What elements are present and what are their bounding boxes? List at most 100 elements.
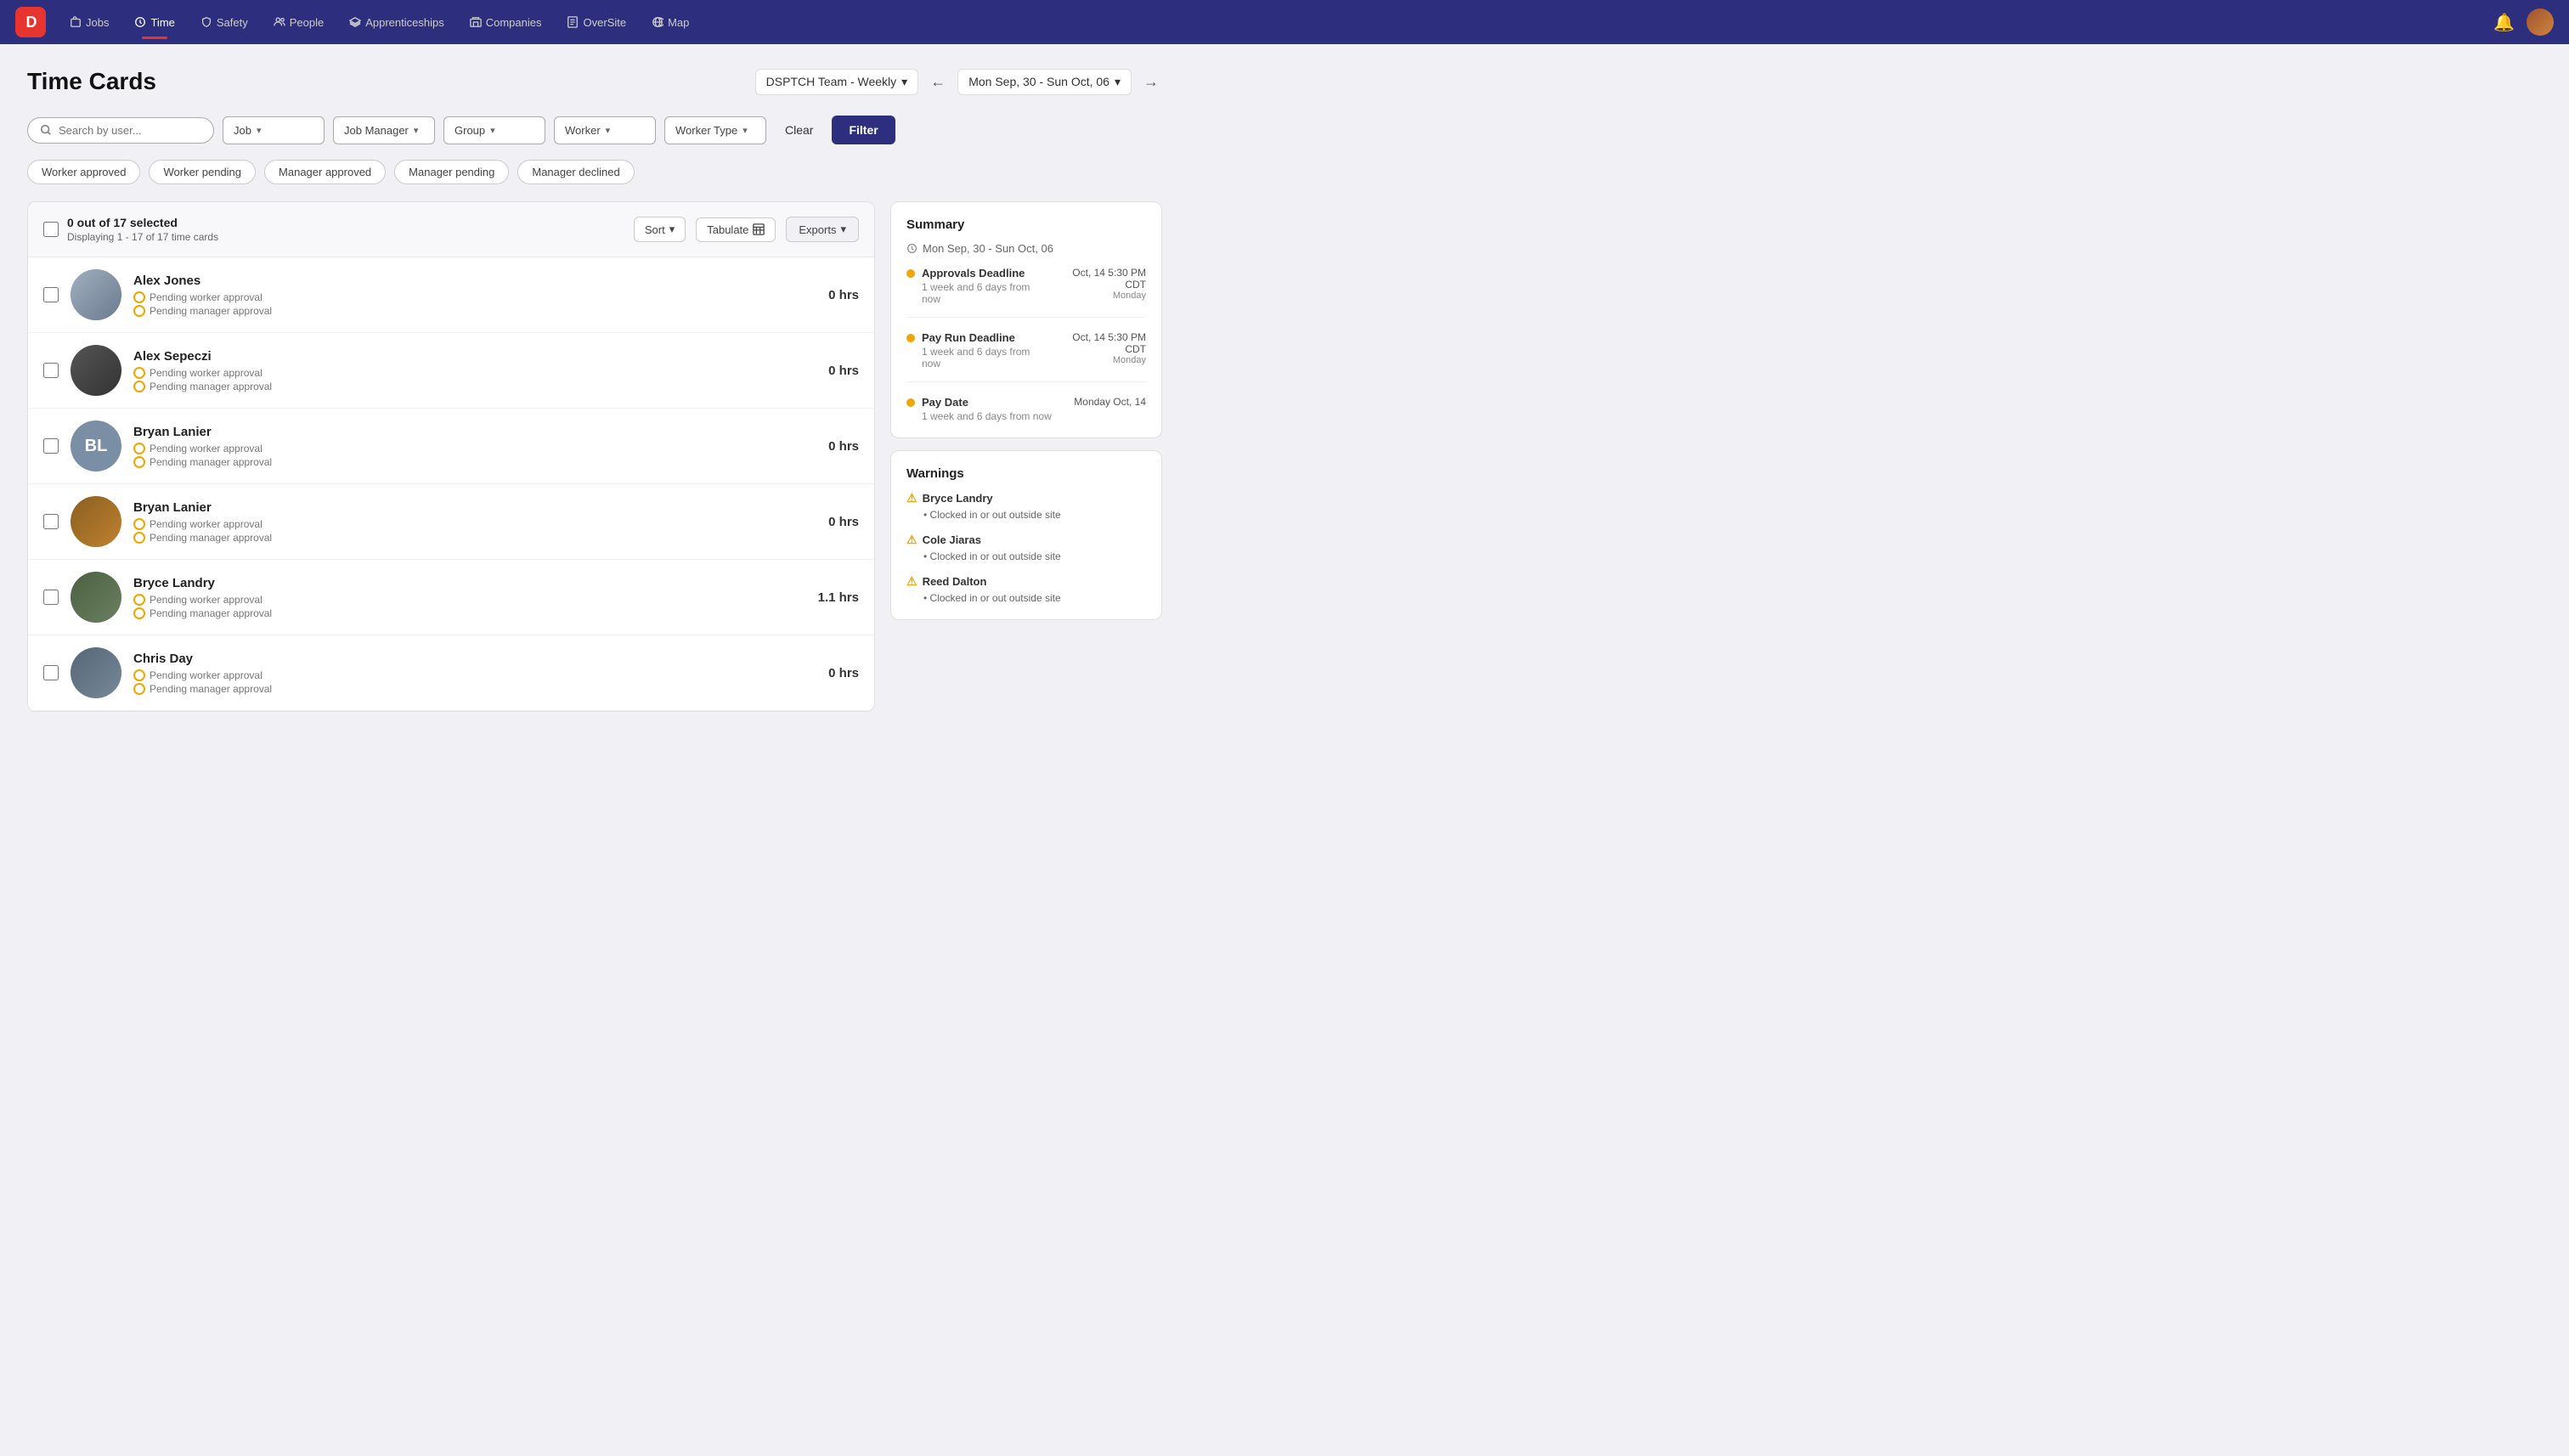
- status-dot-icon: [133, 305, 145, 317]
- warning-triangle-icon: ⚠: [906, 533, 918, 547]
- table-row[interactable]: Bryan Lanier Pending worker approval Pen…: [28, 484, 874, 560]
- approvals-date: Oct, 14 5:30 PM CDT: [1050, 267, 1146, 291]
- table-row[interactable]: BL Bryan Lanier Pending worker approval …: [28, 409, 874, 484]
- manager-pending-pill[interactable]: Manager pending: [394, 160, 509, 184]
- dot-icon: [906, 269, 915, 278]
- date-range-selector[interactable]: Mon Sep, 30 - Sun Oct, 06 ▾: [957, 69, 1132, 95]
- worker-filter[interactable]: Worker ▾: [554, 116, 656, 144]
- nav-safety[interactable]: Safety: [190, 11, 258, 34]
- sort-chevron-icon: ▾: [669, 223, 675, 236]
- dot-icon: [906, 398, 915, 407]
- status-dot-icon: [133, 683, 145, 695]
- avatar: BL: [71, 420, 121, 471]
- worker-name: Alex Jones: [133, 274, 816, 288]
- warning-detail-2: Clocked in or out outside site: [906, 592, 1146, 604]
- worker-approved-pill[interactable]: Worker approved: [27, 160, 140, 184]
- worker-type-filter[interactable]: Worker Type ▾: [664, 116, 766, 144]
- tabulate-icon: [753, 223, 765, 235]
- pay-run-sub: 1 week and 6 days from now: [922, 346, 1050, 370]
- table-row[interactable]: Alex Jones Pending worker approval Pendi…: [28, 257, 874, 333]
- worker-pending-pill[interactable]: Worker pending: [149, 160, 256, 184]
- manager-status6: Pending manager approval: [133, 683, 816, 695]
- nav-oversite[interactable]: OverSite: [556, 11, 636, 34]
- pay-date-value: Monday Oct, 14: [1074, 396, 1146, 408]
- pay-run-day: Monday: [1050, 355, 1146, 365]
- worker-name: Chris Day: [133, 652, 816, 666]
- manager-status2: Pending manager approval: [133, 381, 816, 392]
- clear-button[interactable]: Clear: [775, 116, 823, 144]
- list-header: 0 out of 17 selected Displaying 1 - 17 o…: [28, 202, 874, 257]
- select-all-checkbox[interactable]: [43, 222, 59, 237]
- tabulate-button[interactable]: Tabulate: [696, 217, 776, 242]
- status-dot-icon: [133, 532, 145, 544]
- date-range-chevron-icon: ▾: [1115, 75, 1121, 89]
- nav-jobs[interactable]: Jobs: [59, 11, 119, 34]
- exports-chevron-icon: ▾: [840, 223, 846, 236]
- list-item: ⚠ Cole Jiaras Clocked in or out outside …: [906, 533, 1146, 562]
- next-week-button[interactable]: →: [1140, 70, 1162, 94]
- dot-icon: [906, 334, 915, 342]
- status-dot-icon: [133, 594, 145, 606]
- timecards-list: 0 out of 17 selected Displaying 1 - 17 o…: [27, 201, 875, 712]
- manager-declined-pill[interactable]: Manager declined: [517, 160, 634, 184]
- row-checkbox-1[interactable]: [43, 363, 59, 378]
- status-dot-icon: [133, 456, 145, 468]
- row-checkbox-2[interactable]: [43, 438, 59, 454]
- approvals-day: Monday: [1050, 291, 1146, 301]
- table-row[interactable]: Chris Day Pending worker approval Pendin…: [28, 635, 874, 711]
- worker-name: Bryan Lanier: [133, 500, 816, 515]
- worker-status3: Pending worker approval: [133, 443, 816, 454]
- manager-status3: Pending manager approval: [133, 456, 816, 468]
- page-title: Time Cards: [27, 68, 156, 95]
- row-checkbox-4[interactable]: [43, 590, 59, 605]
- job-manager-chevron-icon: ▾: [414, 125, 419, 136]
- worker-status1: Pending worker approval: [133, 291, 816, 303]
- nav-people[interactable]: People: [263, 11, 334, 34]
- worker-chevron-icon: ▾: [606, 125, 611, 136]
- warnings-title: Warnings: [906, 466, 1146, 481]
- filter-button[interactable]: Filter: [832, 116, 895, 144]
- manager-status1: Pending manager approval: [133, 305, 816, 317]
- manager-status4: Pending manager approval: [133, 532, 816, 544]
- nav-map[interactable]: Map: [641, 11, 699, 34]
- date-range-text: Mon Sep, 30 - Sun Oct, 06: [968, 75, 1109, 88]
- table-row[interactable]: Alex Sepeczi Pending worker approval Pen…: [28, 333, 874, 409]
- job-filter[interactable]: Job ▾: [223, 116, 325, 144]
- job-manager-filter[interactable]: Job Manager ▾: [333, 116, 435, 144]
- hours-display: 1.1 hrs: [818, 590, 859, 605]
- group-filter[interactable]: Group ▾: [443, 116, 545, 144]
- summary-card: Summary Mon Sep, 30 - Sun Oct, 06 Approv…: [890, 201, 1162, 438]
- status-dot-icon: [133, 291, 145, 303]
- notifications-button[interactable]: 🔔: [2493, 12, 2515, 33]
- manager-approved-pill[interactable]: Manager approved: [264, 160, 386, 184]
- nav-apprenticeships[interactable]: Apprenticeships: [339, 11, 455, 34]
- nav-companies[interactable]: Companies: [460, 11, 552, 34]
- search-input[interactable]: [59, 124, 195, 137]
- pay-run-date: Oct, 14 5:30 PM CDT: [1050, 331, 1146, 355]
- status-dot-icon: [133, 443, 145, 454]
- status-dot-icon: [133, 518, 145, 530]
- row-checkbox-3[interactable]: [43, 514, 59, 529]
- display-count: Displaying 1 - 17 of 17 time cards: [67, 231, 218, 243]
- row-checkbox-5[interactable]: [43, 665, 59, 680]
- app-logo[interactable]: D: [15, 7, 46, 37]
- date-navigation: DSPTCH Team - Weekly ▾ ← Mon Sep, 30 - S…: [755, 69, 1162, 95]
- worker-status4: Pending worker approval: [133, 518, 816, 530]
- row-checkbox-0[interactable]: [43, 287, 59, 302]
- list-item: ⚠ Reed Dalton Clocked in or out outside …: [906, 574, 1146, 604]
- hours-display: 0 hrs: [828, 666, 859, 680]
- worker-name: Bryce Landry: [133, 576, 806, 590]
- warning-detail-1: Clocked in or out outside site: [906, 550, 1146, 562]
- timecard-info: Bryan Lanier Pending worker approval Pen…: [133, 500, 816, 544]
- prev-week-button[interactable]: ←: [927, 70, 949, 94]
- team-selector[interactable]: DSPTCH Team - Weekly ▾: [755, 69, 919, 95]
- user-avatar[interactable]: [2527, 8, 2554, 36]
- avatar: [71, 647, 121, 698]
- content-area: 0 out of 17 selected Displaying 1 - 17 o…: [27, 201, 1162, 712]
- exports-button[interactable]: Exports ▾: [786, 217, 859, 242]
- nav-time[interactable]: Time: [124, 11, 184, 34]
- pay-date-label: Pay Date: [922, 396, 1052, 409]
- avatar: [71, 572, 121, 623]
- table-row[interactable]: Bryce Landry Pending worker approval Pen…: [28, 560, 874, 635]
- sort-button[interactable]: Sort ▾: [634, 217, 686, 242]
